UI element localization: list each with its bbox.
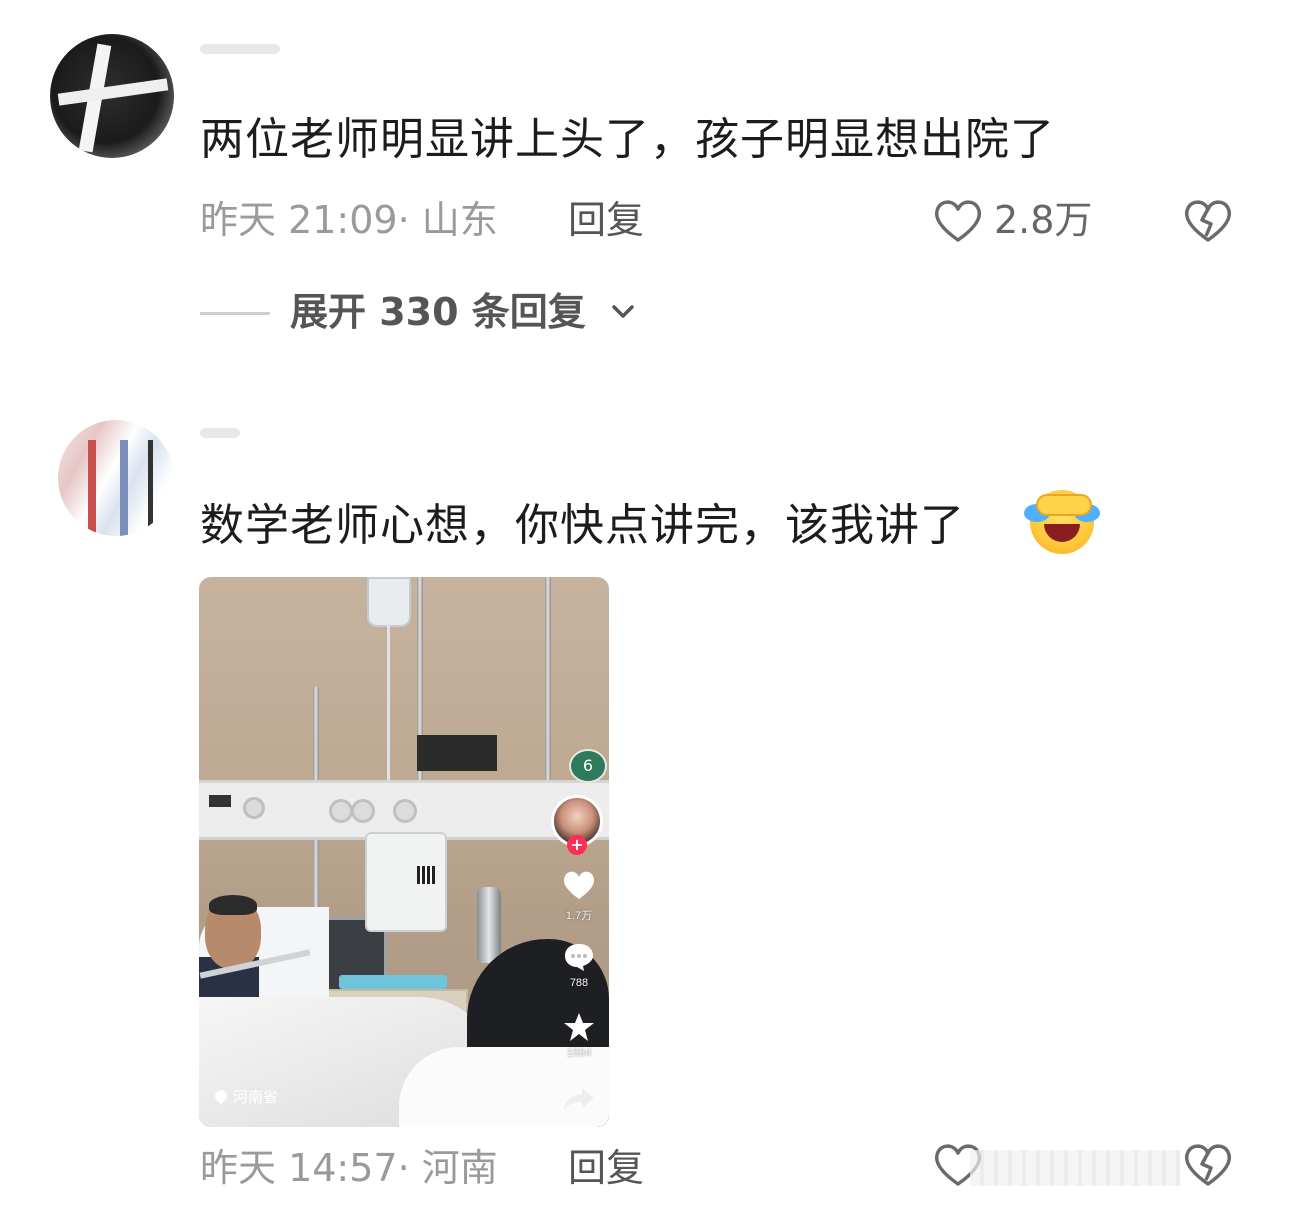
username-redacted[interactable]	[200, 428, 240, 438]
patient-hair	[209, 895, 257, 915]
follow-plus-icon[interactable]: +	[567, 835, 587, 855]
comment-text: 两位老师明显讲上头了，孩子明显想出院了	[200, 114, 1055, 165]
broken-heart-icon[interactable]	[1182, 196, 1234, 244]
reply-thread-divider	[200, 312, 270, 315]
infusion-pump	[365, 832, 447, 932]
video-comment-icon[interactable]	[554, 941, 604, 977]
cropped-bottom-edge	[970, 1150, 1180, 1186]
wall-socket	[351, 799, 375, 823]
video-comment-count: 788	[569, 977, 589, 989]
video-favorite-star-icon[interactable]	[554, 1011, 604, 1047]
wall-sign	[209, 795, 231, 807]
wall-socket	[393, 799, 417, 823]
wall-socket	[329, 799, 353, 823]
video-like-count: 1.7万	[565, 910, 593, 922]
video-share-arrow-icon[interactable]	[554, 1085, 604, 1117]
username-redacted[interactable]	[200, 44, 280, 54]
thermos-bottle	[477, 887, 501, 963]
heart-outline-icon[interactable]	[932, 196, 984, 244]
wall-socket	[243, 797, 265, 819]
commenter-avatar[interactable]	[50, 34, 174, 158]
reply-button[interactable]: 回复	[568, 1144, 644, 1192]
chevron-down-icon[interactable]	[610, 300, 636, 324]
like-count: 2.8万	[994, 198, 1093, 242]
comment-text: 数学老师心想，你快点讲完，该我讲了	[200, 500, 965, 551]
reply-button[interactable]: 回复	[568, 196, 644, 244]
expand-replies-button[interactable]: 展开 330 条回复	[290, 288, 586, 336]
tray	[339, 975, 447, 989]
video-location-label: 河南省	[233, 1087, 279, 1106]
video-thumbnail[interactable]: 6 + 1.7万 788 1564 河南省	[199, 577, 609, 1127]
location-pin-icon	[212, 1087, 230, 1105]
comment-meta: 昨天 14:57· 河南	[200, 1146, 498, 1190]
iv-bag	[367, 577, 411, 627]
broken-heart-icon[interactable]	[1182, 1140, 1234, 1188]
commenter-avatar[interactable]	[58, 420, 174, 536]
equipment-sign	[417, 735, 497, 771]
comment-meta: 昨天 21:09· 山东	[200, 198, 498, 242]
room-number-badge: 6	[569, 749, 607, 783]
rolling-laughing-emoji	[1024, 490, 1100, 554]
video-like-heart-icon[interactable]	[554, 869, 604, 905]
video-location-tag[interactable]: 河南省	[212, 1082, 279, 1110]
video-favorite-count: 1564	[566, 1047, 592, 1059]
